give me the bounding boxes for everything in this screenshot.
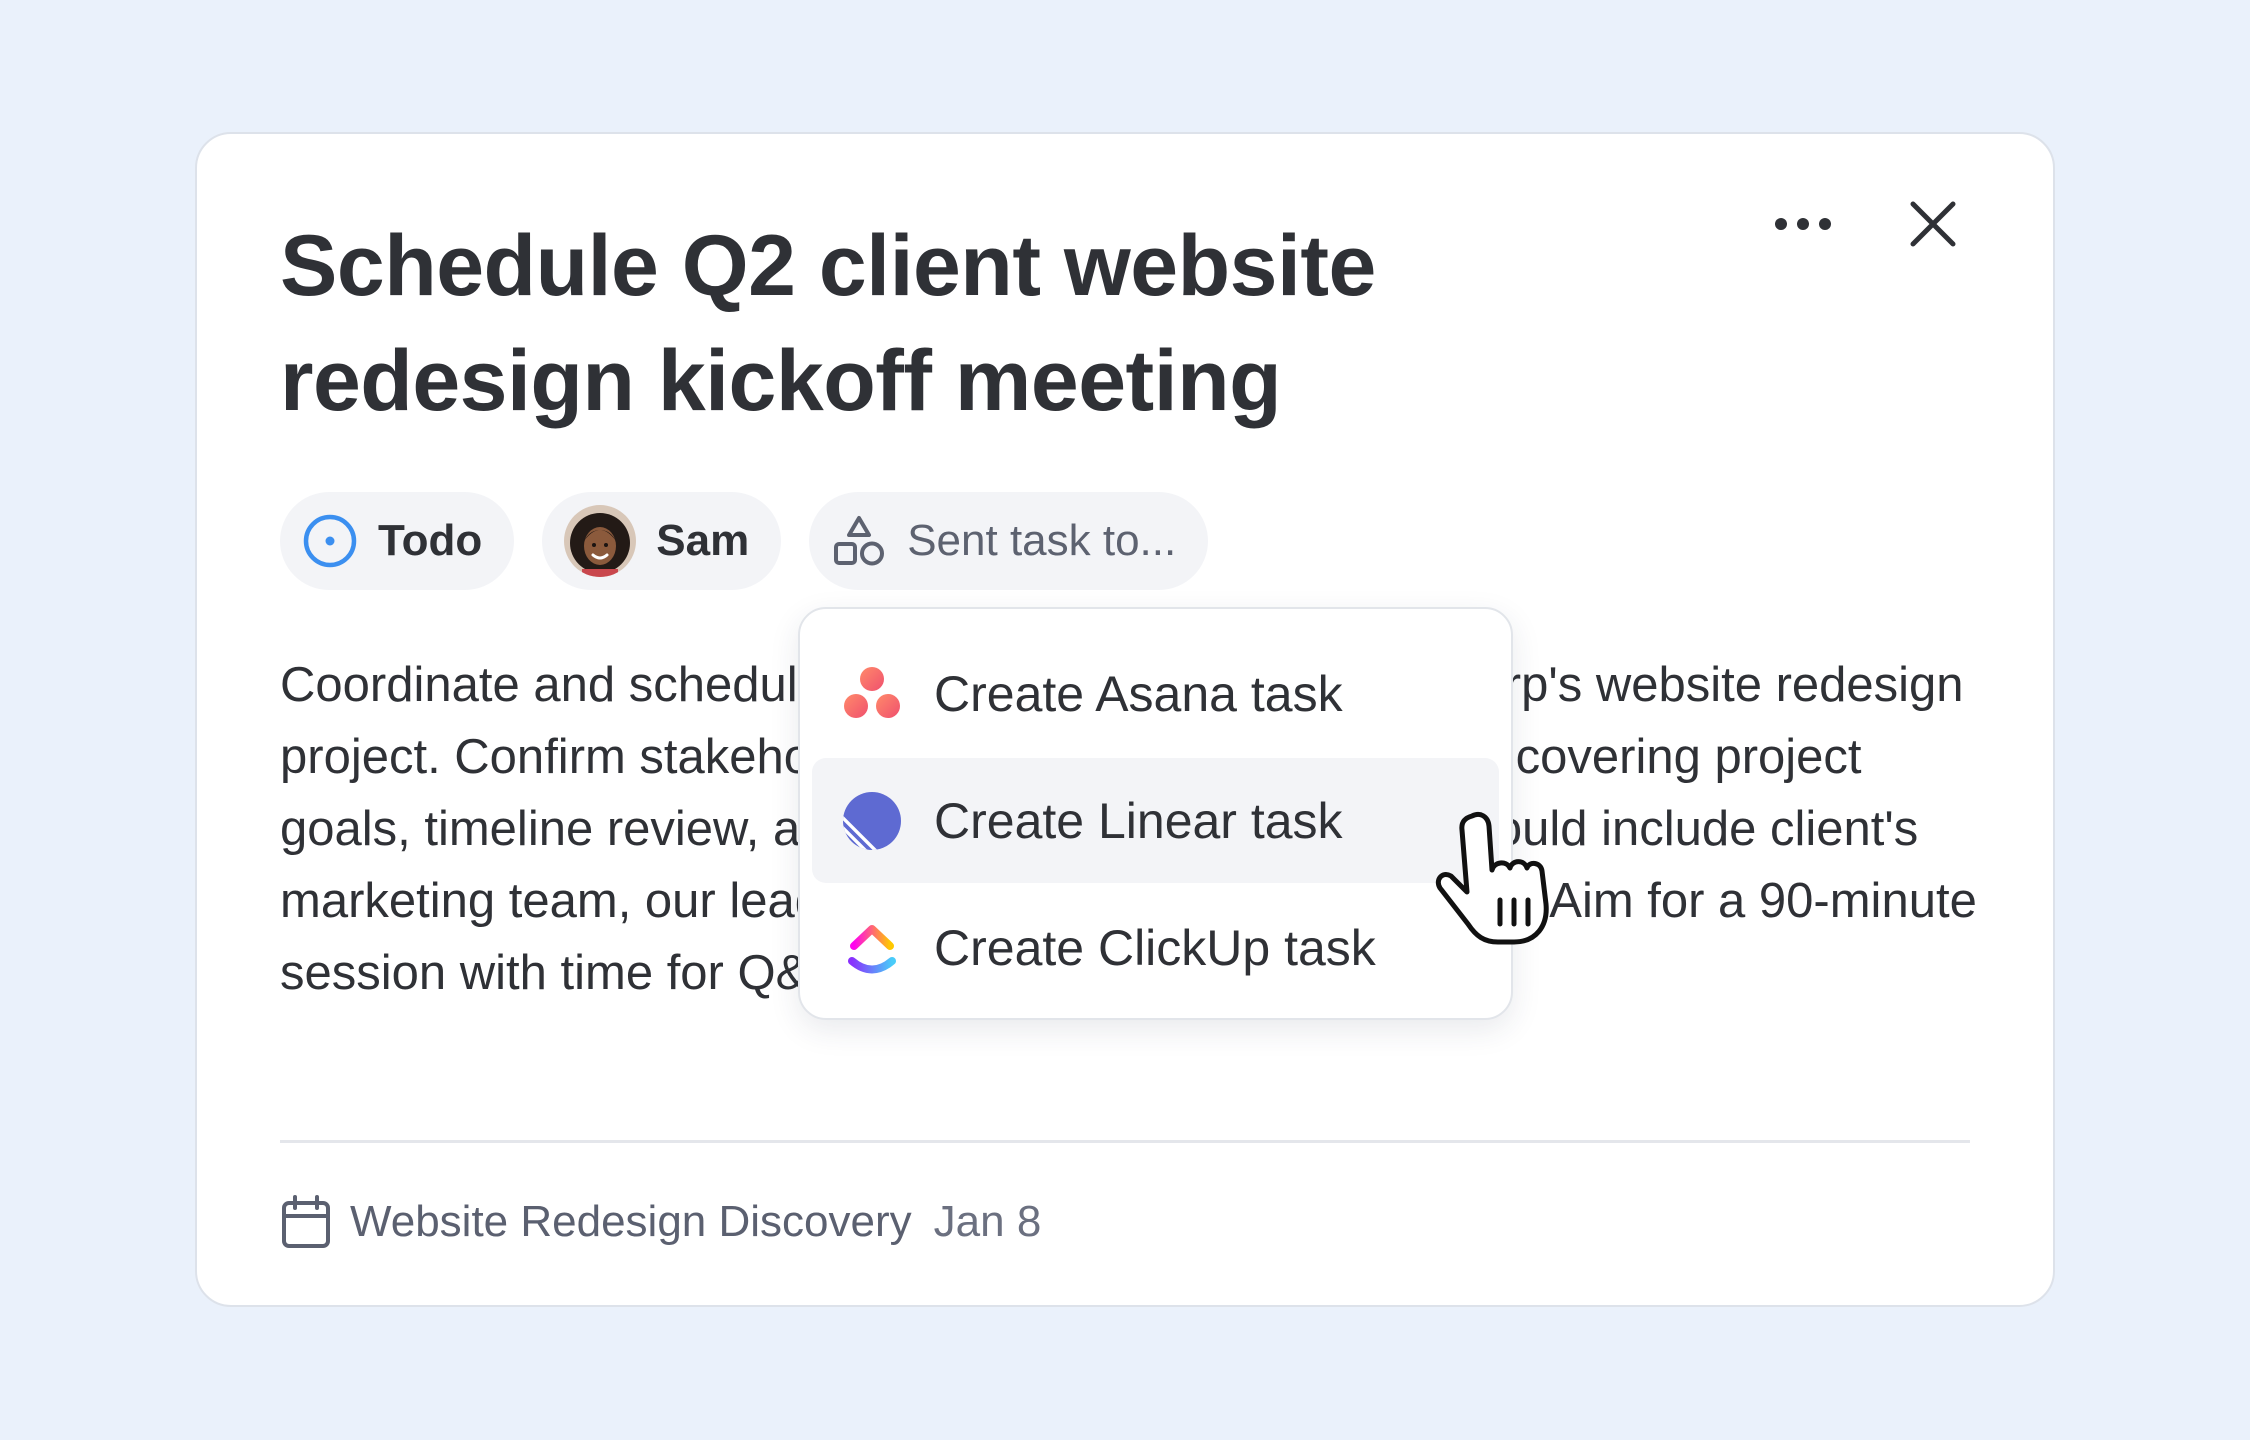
asana-icon: [844, 666, 900, 718]
calendar-icon: [282, 1195, 330, 1248]
assignee-pill[interactable]: Sam: [542, 492, 782, 590]
assignee-label: Sam: [656, 516, 750, 565]
menu-item-label: Create Linear task: [934, 792, 1343, 849]
due-date: Jan 8: [933, 1197, 1042, 1246]
send-task-pill[interactable]: Sent task to...: [809, 492, 1209, 590]
send-task-label: Sent task to...: [907, 516, 1177, 565]
integration-dropdown-menu: Create Asana task Create Linear task Cre…: [798, 607, 1513, 1020]
task-title: Schedule Q2 client website redesign kick…: [280, 218, 1376, 429]
clickup-icon: [848, 924, 896, 973]
header-actions: [1773, 194, 1963, 254]
circle-dot-icon: [303, 514, 357, 568]
divider: [280, 1140, 1970, 1143]
status-label: Todo: [378, 516, 483, 565]
menu-item-label: Create Asana task: [934, 665, 1343, 722]
task-properties: Todo Sam Sent task to...: [280, 492, 1209, 590]
avatar: [564, 505, 637, 577]
footer: Website Redesign Discovery Jan 8: [280, 1194, 1041, 1250]
shapes-icon: [834, 516, 885, 566]
close-button[interactable]: [1903, 194, 1963, 254]
menu-item-clickup[interactable]: Create ClickUp task: [812, 885, 1499, 1010]
menu-item-label: Create ClickUp task: [934, 919, 1376, 976]
ellipsis-icon: [1775, 218, 1831, 230]
project-link[interactable]: Website Redesign Discovery: [350, 1197, 912, 1247]
more-options-button[interactable]: [1773, 194, 1833, 254]
menu-item-asana[interactable]: Create Asana task: [812, 631, 1499, 756]
linear-icon: [843, 791, 901, 850]
status-pill[interactable]: Todo: [280, 492, 515, 590]
close-icon: [1910, 201, 1956, 247]
menu-item-linear[interactable]: Create Linear task: [812, 758, 1499, 883]
